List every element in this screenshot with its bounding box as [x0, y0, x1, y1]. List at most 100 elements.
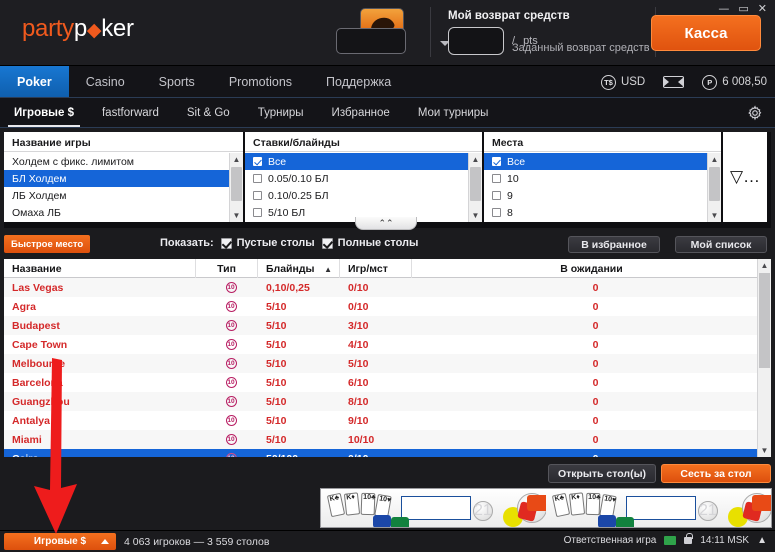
nav-item-sports[interactable]: Sports	[142, 66, 212, 97]
filter-row-label: 0.10/0.25 БЛ	[268, 189, 329, 202]
cell-type: 10	[196, 297, 258, 316]
scrollbar[interactable]: ▲ ▼	[468, 153, 482, 222]
scroll-thumb[interactable]	[709, 167, 720, 201]
nav-item-support[interactable]: Поддержка	[309, 66, 408, 97]
table-row[interactable]: Miami 10 5/10 10/10 0	[4, 430, 771, 449]
checkbox[interactable]	[492, 174, 501, 183]
filter-funnel-button[interactable]: ▽…	[723, 132, 767, 222]
table-row[interactable]: Melbourne 10 5/10 5/10 0	[4, 354, 771, 373]
table-row[interactable]: Antalya 10 5/10 9/10 0	[4, 411, 771, 430]
collapse-filters-button[interactable]: ⌃⌃	[355, 217, 417, 230]
checkbox[interactable]	[492, 191, 501, 200]
table-row[interactable]: Agra 10 5/10 0/10 0	[4, 297, 771, 316]
playing-card: K♣	[326, 492, 346, 518]
lottery-ticket	[626, 496, 696, 520]
scroll-up-icon[interactable]: ▲	[469, 153, 482, 166]
responsible-gaming-label[interactable]: Ответственная игра	[564, 535, 657, 546]
tab-fastforward[interactable]: fastforward	[88, 98, 173, 127]
promo-banner[interactable]: ‹ K♣ K♦ 10♣ 10♥ 21 K♣ K♦ 10♣ 10♥ 21	[320, 488, 772, 528]
scrollbar[interactable]: ▲ ▼	[229, 153, 243, 222]
table-scrollbar[interactable]: ▲ ▼	[757, 259, 771, 457]
checkbox[interactable]	[253, 174, 262, 183]
seats-badge-icon: 10	[225, 377, 237, 388]
nav-item-poker[interactable]: Poker	[0, 66, 69, 97]
filter-row[interactable]: Все	[245, 153, 468, 170]
filter-row[interactable]: Омаха ЛБ	[4, 204, 229, 221]
filter-row[interactable]: Холдем с фикс. лимитом	[4, 153, 229, 170]
full-tables-checkbox[interactable]: Полные столы	[321, 237, 418, 249]
player-name-field[interactable]	[336, 28, 406, 54]
checkbox[interactable]	[492, 208, 501, 217]
cell-type: 10	[196, 449, 258, 457]
scroll-thumb[interactable]	[470, 167, 481, 201]
scroll-up-icon[interactable]: ▲	[758, 259, 771, 272]
minimize-icon[interactable]: —	[718, 3, 729, 14]
column-header-name[interactable]: Название	[4, 259, 196, 278]
close-icon[interactable]: ✕	[758, 3, 767, 14]
refund-input[interactable]	[448, 27, 504, 55]
table-row[interactable]: Guangzhou 10 5/10 8/10 0	[4, 392, 771, 411]
checkbox[interactable]	[492, 157, 501, 166]
filter-row[interactable]: БЛ Холдем	[4, 170, 229, 187]
scroll-thumb[interactable]	[759, 273, 770, 368]
chevron-up-icon[interactable]: ▲	[757, 535, 767, 546]
tournament-dollar-icon: T$	[600, 74, 616, 90]
checkbox[interactable]	[253, 191, 262, 200]
filter-row-label: 5/10 БЛ	[268, 206, 306, 219]
balance-amount: 6 008,50	[722, 76, 767, 88]
table-row[interactable]: Cairo1050/1000/100	[4, 449, 771, 457]
filter-row[interactable]: 10	[484, 170, 707, 187]
tab-sit-and-go[interactable]: Sit & Go	[173, 98, 244, 127]
filter-row[interactable]: 0.05/0.10 БЛ	[245, 170, 468, 187]
scroll-down-icon[interactable]: ▼	[758, 444, 771, 457]
filter-row-label: Все	[268, 155, 287, 168]
scroll-thumb[interactable]	[231, 167, 242, 201]
filter-row[interactable]: 9	[484, 187, 707, 204]
table-row[interactable]: Barcelona 10 5/10 6/10 0	[4, 373, 771, 392]
filter-row[interactable]: 8	[484, 204, 707, 221]
chevron-up-icon	[101, 539, 109, 544]
maximize-icon[interactable]: ▭	[738, 3, 748, 14]
tab-favourites[interactable]: Избранное	[318, 98, 404, 127]
fast-seat-button[interactable]: Быстрое место	[4, 235, 91, 253]
tab-tournaments[interactable]: Турниры	[244, 98, 318, 127]
checkbox[interactable]	[253, 208, 262, 217]
scroll-up-icon[interactable]: ▲	[708, 153, 721, 166]
table-row[interactable]: Las Vegas 10 0,10/0,25 0/10 0	[4, 278, 771, 297]
tab-my-tournaments[interactable]: Мои турниры	[404, 98, 503, 127]
column-header-waiting[interactable]: В ожидании	[412, 259, 771, 278]
open-tables-button[interactable]: Открыть стол(ы)	[548, 464, 656, 483]
filter-row-label: 8	[507, 206, 513, 219]
seats-badge-icon: 10	[225, 415, 237, 426]
nav-item-casino[interactable]: Casino	[69, 66, 142, 97]
column-header-type[interactable]: Тип	[196, 259, 258, 278]
scroll-down-icon[interactable]: ▼	[230, 209, 243, 222]
column-header-seats[interactable]: Игр/мст	[340, 259, 412, 278]
my-list-button[interactable]: Мой список	[675, 236, 767, 253]
scroll-down-icon[interactable]: ▼	[708, 209, 721, 222]
table-body: Las Vegas 10 0,10/0,25 0/10 0 Agra 10 5/10 0/10 0…	[4, 278, 771, 457]
table-row[interactable]: Cape Town 10 5/10 4/10 0	[4, 335, 771, 354]
show-label: Показать:	[160, 237, 214, 249]
points-balance[interactable]: P 6 008,50	[702, 74, 767, 90]
gear-icon[interactable]	[747, 105, 763, 121]
filter-row[interactable]: 0.10/0.25 БЛ	[245, 187, 468, 204]
scrollbar[interactable]: ▲ ▼	[707, 153, 721, 222]
empty-tables-checkbox[interactable]: Пустые столы	[220, 237, 315, 249]
ticket-icon[interactable]	[663, 76, 685, 88]
column-header-blinds[interactable]: Блайнды ▲	[258, 259, 340, 278]
filter-funnel-icon: ▽…	[729, 167, 761, 186]
cell-waiting: 0	[592, 433, 599, 446]
nav-item-promotions[interactable]: Promotions	[212, 66, 309, 97]
tab-cash-games[interactable]: Игровые $	[0, 98, 88, 127]
sit-at-table-button[interactable]: Сесть за стол	[661, 464, 771, 483]
checkbox[interactable]	[253, 157, 262, 166]
table-row[interactable]: Budapest 10 5/10 3/10 0	[4, 316, 771, 335]
add-to-favourites-button[interactable]: В избранное	[568, 236, 660, 253]
filter-row[interactable]: Все	[484, 153, 707, 170]
currency-indicator[interactable]: T$ USD	[600, 74, 645, 90]
scroll-down-icon[interactable]: ▼	[469, 209, 482, 222]
cashier-button[interactable]: Касса	[651, 15, 761, 51]
scroll-up-icon[interactable]: ▲	[230, 153, 243, 166]
filter-row[interactable]: ЛБ Холдем	[4, 187, 229, 204]
